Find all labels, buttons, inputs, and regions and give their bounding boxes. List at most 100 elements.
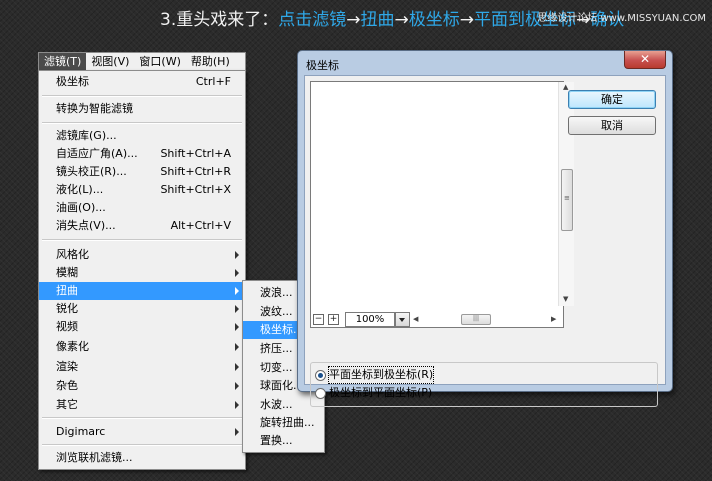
menu-item-pixelate[interactable]: 像素化 xyxy=(39,338,245,356)
zoom-level-field[interactable]: 100% xyxy=(345,312,395,327)
menu-item-digimarc[interactable]: Digimarc xyxy=(39,423,245,441)
menu-item-browse-online[interactable]: 浏览联机滤镜... xyxy=(39,449,245,467)
menu-item-smart-filter[interactable]: 转换为智能滤镜 xyxy=(39,100,245,118)
submenu-item-displace[interactable]: 置换... xyxy=(243,432,324,450)
menu-separator xyxy=(42,122,242,124)
horizontal-scrollbar[interactable]: ◀ ||| ▶ xyxy=(411,313,561,325)
filter-menu: 极坐标 Ctrl+F 转换为智能滤镜 滤镜库(G)... 自适应广角(A)... S… xyxy=(38,70,246,470)
zoom-out-icon[interactable]: − xyxy=(313,314,324,325)
menu-item-shortcut: Shift+Ctrl+X xyxy=(160,183,231,196)
submenu-item-label: 切变... xyxy=(260,361,293,374)
menu-item-liquify[interactable]: 液化(L)... Shift+Ctrl+X xyxy=(39,181,245,199)
scroll-right-icon[interactable]: ▶ xyxy=(551,315,556,323)
scroll-up-icon[interactable]: ▲ xyxy=(563,83,568,91)
submenu-item-label: 波浪... xyxy=(260,286,293,299)
submenu-arrow-icon xyxy=(235,428,239,436)
cancel-button[interactable]: 取消 xyxy=(568,116,656,135)
preview-area xyxy=(310,81,564,328)
menu-item-label: 其它 xyxy=(56,398,78,411)
menu-item-adaptive-wide-angle[interactable]: 自适应广角(A)... Shift+Ctrl+A xyxy=(39,145,245,163)
submenu-arrow-icon xyxy=(235,269,239,277)
submenu-arrow-icon xyxy=(235,251,239,259)
grip-icon: ≡ xyxy=(564,194,570,202)
menu-window[interactable]: 窗口(W) xyxy=(134,53,185,71)
dialog-title: 极坐标 xyxy=(306,59,339,72)
menu-item-vanishing-point[interactable]: 消失点(V)... Alt+Ctrl+V xyxy=(39,217,245,235)
menu-item-label: 杂色 xyxy=(56,379,78,392)
menu-item-label: 像素化 xyxy=(56,340,89,353)
path-filter: 点击滤镜 xyxy=(278,10,347,30)
menu-item-last-filter[interactable]: 极坐标 Ctrl+F xyxy=(39,73,245,91)
menu-item-label: 扭曲 xyxy=(56,284,78,297)
scroll-down-icon[interactable]: ▼ xyxy=(563,295,568,303)
menu-item-label: 锐化 xyxy=(56,302,78,315)
menu-item-shortcut: Ctrl+F xyxy=(195,75,231,88)
menu-item-lens-correction[interactable]: 镜头校正(R)... Shift+Ctrl+R xyxy=(39,163,245,181)
menu-item-label: 自适应广角(A)... xyxy=(56,147,138,160)
zoom-in-icon[interactable]: + xyxy=(328,314,339,325)
submenu-item-label: 波纹... xyxy=(260,305,293,318)
menu-view[interactable]: 视图(V) xyxy=(86,53,134,71)
menu-item-filter-gallery[interactable]: 滤镜库(G)... xyxy=(39,127,245,145)
menu-item-label: 渲染 xyxy=(56,360,78,373)
path-arrow: → xyxy=(459,10,474,30)
submenu-arrow-icon xyxy=(235,323,239,331)
path-arrow: → xyxy=(346,10,361,30)
menu-item-label: 极坐标 xyxy=(56,75,89,88)
menu-item-sharpen[interactable]: 锐化 xyxy=(39,300,245,318)
submenu-arrow-icon xyxy=(235,382,239,390)
menu-separator xyxy=(42,417,242,419)
menu-item-render[interactable]: 渲染 xyxy=(39,358,245,376)
menu-item-distort[interactable]: 扭曲 xyxy=(39,282,245,300)
menu-item-label: 风格化 xyxy=(56,248,89,261)
menu-item-oil-paint[interactable]: 油画(O)... xyxy=(39,199,245,217)
menu-item-noise[interactable]: 杂色 xyxy=(39,377,245,395)
submenu-arrow-icon xyxy=(235,287,239,295)
submenu-item-twirl[interactable]: 旋转扭曲... xyxy=(243,414,324,432)
submenu-item-label: 置换... xyxy=(260,434,293,447)
submenu-item-label: 旋转扭曲... xyxy=(260,416,315,429)
path-polar: 极坐标 xyxy=(408,10,460,30)
menu-item-shortcut: Alt+Ctrl+V xyxy=(170,219,231,232)
path-distort: 扭曲 xyxy=(360,10,395,30)
menu-item-blur[interactable]: 模糊 xyxy=(39,264,245,282)
submenu-arrow-icon xyxy=(235,305,239,313)
menubar: 滤镜(T) 视图(V) 窗口(W) 帮助(H) xyxy=(38,52,246,72)
submenu-item-label: 水波... xyxy=(260,398,293,411)
menu-item-stylize[interactable]: 风格化 xyxy=(39,246,245,264)
submenu-arrow-icon xyxy=(235,363,239,371)
menu-item-other[interactable]: 其它 xyxy=(39,396,245,414)
path-arrow: → xyxy=(394,10,409,30)
submenu-arrow-icon xyxy=(235,401,239,409)
radio-button[interactable] xyxy=(315,388,326,399)
scroll-thumb[interactable]: ≡ xyxy=(561,169,573,231)
option-label: 极坐标到平面坐标(P) xyxy=(329,386,433,399)
ok-button[interactable]: 确定 xyxy=(568,90,656,109)
scroll-thumb[interactable]: ||| xyxy=(461,314,491,325)
zoom-dropdown-icon[interactable] xyxy=(395,312,410,327)
menu-separator xyxy=(42,444,242,446)
menu-item-shortcut: Shift+Ctrl+A xyxy=(160,147,231,160)
radio-button[interactable] xyxy=(315,370,326,381)
menu-item-label: 视频 xyxy=(56,320,78,333)
step-label: 3.重头戏来了： xyxy=(160,10,279,30)
menu-separator xyxy=(42,239,242,241)
watermark: 思缘设计论坛 www.MISSYUAN.COM xyxy=(537,13,706,24)
menu-help[interactable]: 帮助(H) xyxy=(186,53,235,71)
close-icon[interactable]: ✕ xyxy=(624,51,666,69)
menu-item-label: 转换为智能滤镜 xyxy=(56,102,133,115)
menu-item-label: 滤镜库(G)... xyxy=(56,129,117,142)
menu-filter[interactable]: 滤镜(T) xyxy=(39,53,87,71)
polar-coordinates-dialog: 极坐标 ✕ ▲ ≡ ▼ − + 100% ◀ ||| ▶ 确定 取消 平面坐标到… xyxy=(297,50,673,407)
scroll-left-icon[interactable]: ◀ xyxy=(413,315,418,323)
menu-separator xyxy=(42,95,242,97)
conversion-options: 平面坐标到极坐标(R) 极坐标到平面坐标(P) xyxy=(310,362,658,407)
menu-item-label: 浏览联机滤镜... xyxy=(56,451,133,464)
menu-item-label: 液化(L)... xyxy=(56,183,104,196)
menu-item-video[interactable]: 视频 xyxy=(39,318,245,336)
menu-item-label: 油画(O)... xyxy=(56,201,106,214)
menu-item-label: Digimarc xyxy=(56,425,106,438)
menu-item-label: 镜头校正(R)... xyxy=(56,165,127,178)
submenu-item-label: 挤压... xyxy=(260,342,293,355)
zoom-bar: − + 100% ◀ ||| ▶ xyxy=(311,312,561,327)
